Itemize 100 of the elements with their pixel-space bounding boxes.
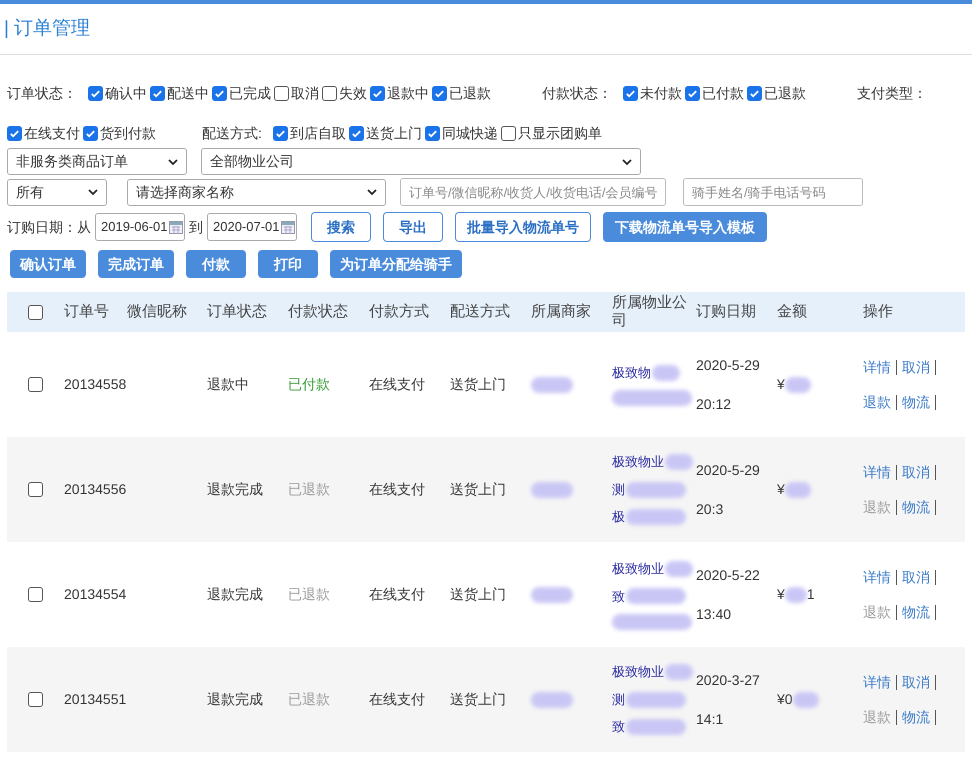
order-date: 20:12	[696, 394, 732, 414]
action-link[interactable]: 详情	[863, 356, 891, 378]
action-link[interactable]: 取消	[902, 672, 930, 692]
redaction-mark	[626, 588, 686, 604]
checkbox[interactable]	[685, 86, 700, 100]
checkbox-label: 在线支付	[24, 124, 80, 142]
action-link[interactable]: 取消	[902, 462, 930, 482]
order-date: 14:1	[696, 710, 724, 728]
checkbox[interactable]	[322, 86, 337, 100]
table-cell: 送货上门	[450, 376, 506, 392]
checkbox[interactable]	[28, 304, 43, 320]
action-button[interactable]: 为订单分配给骑手	[330, 250, 462, 278]
dropdown[interactable]: 全部物业公司	[201, 148, 641, 175]
company-name: 极致物	[612, 364, 651, 382]
checkbox-label: 取消	[291, 84, 319, 102]
checkbox-label: 同城快递	[442, 124, 498, 142]
calendar-icon	[280, 220, 294, 234]
toolbar-button[interactable]: 下载物流单号导入模板	[603, 212, 767, 242]
checkbox-label: 到店自取	[290, 124, 346, 142]
table-cell: 20134551	[64, 691, 126, 707]
checkbox[interactable]	[28, 482, 43, 497]
company-name: 极致物业	[612, 663, 664, 682]
redaction-mark	[652, 364, 680, 380]
action-link[interactable]: 详情	[863, 566, 891, 588]
action-link[interactable]: 物流	[902, 602, 930, 622]
table-cell: 退款完成	[207, 691, 263, 707]
table-cell: 已退款	[288, 586, 330, 602]
checkbox[interactable]	[7, 126, 22, 140]
date-field[interactable]: 2019-06-01	[95, 213, 185, 241]
search-field[interactable]: 订单号/微信昵称/收货人/收货电话/会员编号	[400, 178, 666, 206]
date-field[interactable]: 2020-07-01	[207, 213, 297, 241]
action-link[interactable]: 物流	[902, 392, 930, 412]
checkbox[interactable]	[432, 86, 447, 100]
column-header: 付款状态	[288, 303, 348, 320]
redaction-mark	[792, 692, 819, 708]
date-label: 到	[189, 218, 203, 236]
checkbox[interactable]	[500, 126, 516, 140]
redaction-mark	[784, 376, 811, 392]
rider-search-field[interactable]: 骑手姓名/骑手电话号码	[683, 178, 863, 206]
checkbox[interactable]	[212, 86, 227, 100]
checkbox[interactable]	[28, 377, 43, 392]
redaction-mark	[531, 482, 573, 498]
column-header: 订单状态	[207, 303, 267, 320]
company-name: 测	[612, 690, 625, 709]
action-button[interactable]: 确认订单	[10, 250, 86, 278]
column-header: 订购日期	[696, 303, 756, 320]
table-cell: 已付款	[288, 376, 330, 392]
checkbox[interactable]	[424, 126, 440, 140]
checkbox[interactable]	[623, 86, 638, 100]
checkbox[interactable]	[88, 86, 103, 100]
checkbox[interactable]	[348, 126, 364, 140]
checkbox[interactable]	[150, 86, 165, 100]
checkbox[interactable]	[83, 126, 98, 140]
filter-label: 订单状态：	[7, 84, 77, 102]
action-link[interactable]: 详情	[863, 672, 891, 692]
calendar-icon	[168, 220, 182, 234]
toolbar-button[interactable]: 导出	[383, 212, 443, 242]
checkbox[interactable]	[272, 126, 288, 140]
action-link[interactable]: 物流	[902, 706, 930, 728]
redaction-mark	[665, 454, 693, 470]
action-link[interactable]: 物流	[902, 496, 930, 518]
order-date: 2020-3-27	[696, 670, 761, 690]
dropdown[interactable]: 请选择商家名称	[127, 178, 386, 206]
column-header: 金额	[777, 303, 807, 320]
table-cell: 在线支付	[369, 376, 425, 392]
checkbox[interactable]	[274, 86, 289, 100]
action-button[interactable]: 完成订单	[98, 250, 174, 278]
checkbox-label: 失效	[339, 84, 367, 102]
action-link[interactable]: 退款	[863, 392, 891, 412]
action-button[interactable]: 打印	[258, 250, 318, 278]
action-button[interactable]: 付款	[186, 250, 246, 278]
chevron-down-icon	[88, 188, 98, 196]
redaction-mark	[665, 560, 693, 577]
checkbox[interactable]	[370, 86, 385, 100]
toolbar-button[interactable]: 搜索	[311, 212, 371, 242]
checkbox[interactable]	[28, 587, 43, 602]
dropdown[interactable]: 非服务类商品订单	[7, 148, 187, 175]
checkbox-label: 退款中	[387, 84, 429, 102]
order-date: 2020-5-22	[696, 566, 761, 584]
checkbox[interactable]	[747, 86, 762, 100]
redaction-mark	[531, 376, 573, 392]
table-cell: 在线支付	[369, 691, 425, 707]
table-cell: 20134558	[64, 376, 126, 392]
table-cell: 在线支付	[369, 481, 425, 497]
checkbox-label: 已完成	[229, 84, 271, 102]
table-cell: 退款完成	[207, 586, 263, 602]
dropdown[interactable]: 所有	[7, 178, 107, 206]
checkbox-label: 未付款	[640, 84, 682, 102]
column-header: 微信昵称	[127, 303, 187, 320]
redaction-mark	[626, 482, 686, 498]
checkbox-label: 已付款	[702, 84, 744, 102]
toolbar-button[interactable]: 批量导入物流单号	[455, 212, 591, 242]
action-link[interactable]: 取消	[902, 566, 930, 588]
company-name: 测	[612, 480, 625, 499]
action-link[interactable]: 取消	[902, 356, 930, 378]
action-link[interactable]: 详情	[863, 462, 891, 482]
checkbox[interactable]	[28, 692, 43, 707]
checkbox-label: 货到付款	[100, 124, 156, 142]
order-date: 13:40	[696, 604, 732, 624]
table-cell: 退款完成	[207, 481, 263, 497]
